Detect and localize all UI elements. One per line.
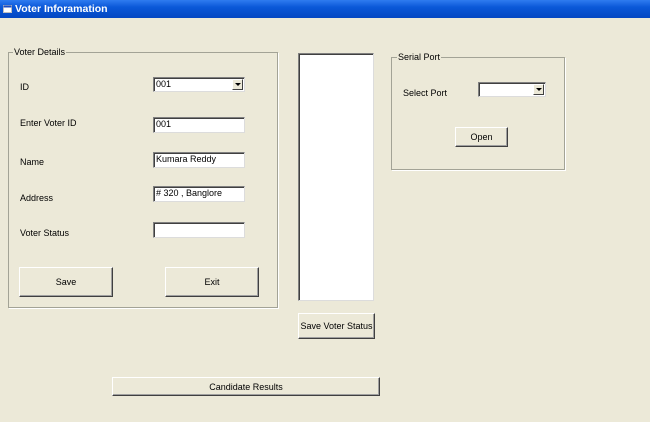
window-app-icon: [3, 5, 12, 13]
address-input[interactable]: # 320 , Banglore: [153, 186, 245, 202]
save-voter-status-button[interactable]: Save Voter Status: [298, 313, 375, 339]
save-button[interactable]: Save: [19, 267, 113, 297]
name-label: Name: [20, 157, 45, 167]
voter-id-input[interactable]: 001: [153, 117, 245, 133]
voter-status-label: Voter Status: [20, 228, 70, 238]
chevron-down-icon: [235, 83, 241, 86]
port-select-arrow[interactable]: [533, 84, 544, 95]
chevron-down-icon: [536, 88, 542, 91]
candidate-results-button[interactable]: Candidate Results: [112, 377, 380, 396]
address-label: Address: [20, 193, 54, 203]
serial-port-legend: Serial Port: [397, 52, 442, 63]
voter-status-list[interactable]: [298, 53, 374, 301]
voter-details-legend: Voter Details: [13, 47, 67, 58]
voter-status-input[interactable]: [153, 222, 245, 238]
title-bar[interactable]: Voter Inforamation: [0, 0, 650, 18]
exit-button[interactable]: Exit: [165, 267, 259, 297]
name-input[interactable]: Kumara Reddy: [153, 152, 245, 168]
open-port-button[interactable]: Open: [455, 127, 508, 147]
id-label: ID: [20, 82, 29, 92]
select-port-label: Select Port: [403, 88, 448, 98]
serial-port-frame: Serial Port: [391, 52, 565, 170]
window-title: Voter Inforamation: [15, 3, 108, 15]
id-select[interactable]: 001: [153, 77, 245, 92]
voter-id-label: Enter Voter ID: [20, 118, 77, 128]
port-select[interactable]: [478, 82, 546, 97]
id-select-arrow[interactable]: [232, 79, 243, 90]
id-select-value: 001: [156, 79, 172, 89]
